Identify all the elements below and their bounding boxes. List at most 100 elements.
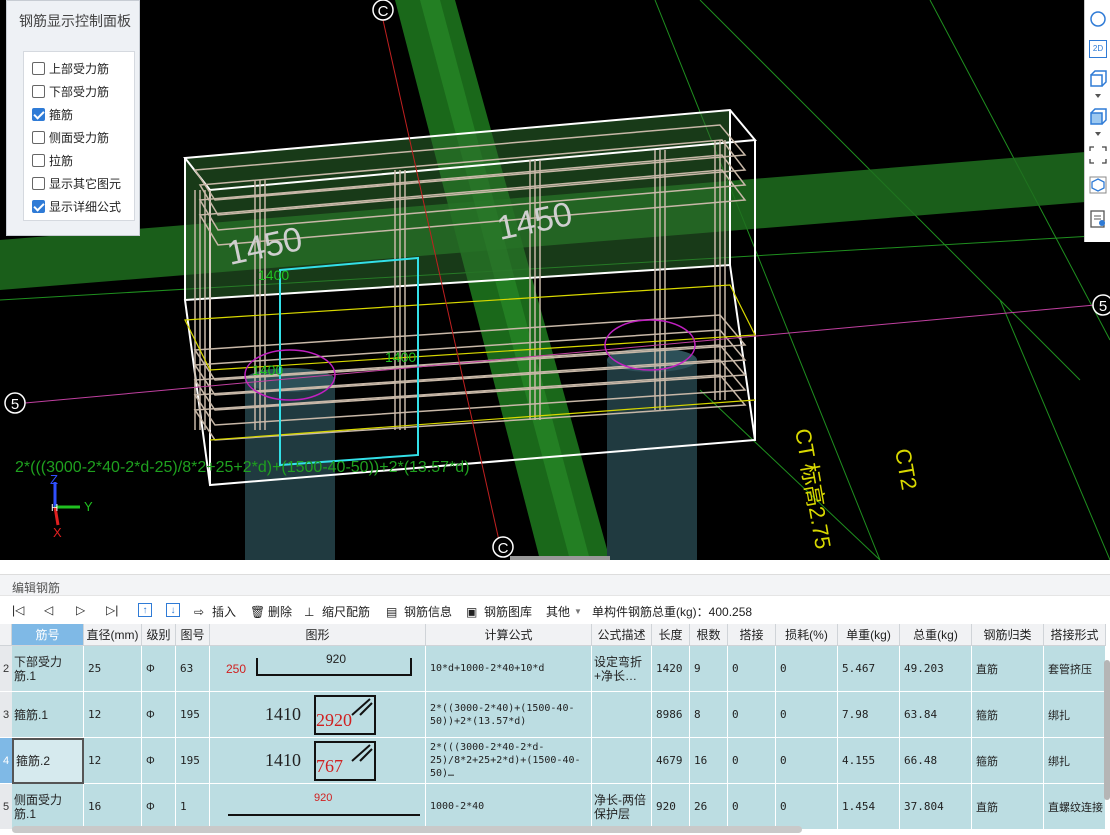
option-show-other[interactable]: 显示其它图元	[32, 173, 121, 193]
table-cell-total[interactable]: 66.48	[900, 738, 972, 784]
table-cell-count[interactable]: 26	[690, 784, 728, 830]
col-header[interactable]: 直径(mm)	[84, 624, 142, 646]
col-header[interactable]: 长度	[652, 624, 690, 646]
checkbox[interactable]	[32, 84, 45, 98]
chevron-down-icon[interactable]	[1089, 92, 1107, 100]
insert-button[interactable]: ⇨ 插入	[194, 603, 236, 620]
checkbox[interactable]	[32, 61, 45, 75]
table-cell-count[interactable]: 9	[690, 646, 728, 692]
last-record-icon[interactable]: ▷|	[106, 603, 118, 617]
table-cell-desc[interactable]	[592, 692, 652, 738]
checkbox-checked[interactable]	[32, 107, 45, 121]
table-cell-formula[interactable]: 2*(((3000-2*40-2*d-25)/8*2+25+2*d)+(1500…	[426, 738, 592, 784]
iso-view-icon[interactable]	[1089, 176, 1107, 194]
prev-record-icon[interactable]: ◁	[44, 603, 53, 617]
table-cell-desc[interactable]: 净长-两倍保护层	[592, 784, 652, 830]
row-number[interactable]: 2	[0, 646, 12, 692]
horizontal-scrollbar[interactable]	[12, 826, 802, 833]
col-header[interactable]: 根数	[690, 624, 728, 646]
option-side-rebar[interactable]: 侧面受力筋	[32, 127, 109, 147]
table-cell-cat[interactable]: 箍筋	[972, 692, 1044, 738]
table-cell-name[interactable]: 下部受力筋.1	[12, 646, 84, 692]
report-icon[interactable]	[1089, 210, 1107, 228]
first-record-icon[interactable]: |◁	[12, 603, 24, 617]
chevron-down-icon[interactable]	[1089, 130, 1107, 138]
option-bottom-rebar[interactable]: 下部受力筋	[32, 81, 109, 101]
option-stirrup[interactable]: 箍筋	[32, 104, 73, 124]
move-down-icon[interactable]: ↓	[166, 603, 180, 617]
table-cell-formula[interactable]: 2*((3000-2*40)+(1500-40-50))+2*(13.57*d)	[426, 692, 592, 738]
table-cell-loss[interactable]: 0	[776, 692, 838, 738]
rebar-library-button[interactable]: ▣ 钢筋图库	[466, 603, 532, 620]
table-cell-total[interactable]: 49.203	[900, 646, 972, 692]
col-header[interactable]: 单重(kg)	[838, 624, 900, 646]
delete-button[interactable]: 🗑 删除	[250, 603, 292, 620]
table-cell-unit[interactable]: 1.454	[838, 784, 900, 830]
fit-view-icon[interactable]	[1089, 146, 1107, 164]
col-header[interactable]: 计算公式	[426, 624, 592, 646]
col-header[interactable]: 总重(kg)	[900, 624, 972, 646]
table-cell-lap[interactable]: 0	[728, 646, 776, 692]
move-up-icon[interactable]: ↑	[138, 603, 152, 617]
table-cell-name[interactable]: 箍筋.2	[12, 738, 84, 784]
row-number[interactable]: 5	[0, 784, 12, 830]
table-cell-name[interactable]: 箍筋.1	[12, 692, 84, 738]
table-cell-loss[interactable]: 0	[776, 784, 838, 830]
table-cell-grade[interactable]: Φ	[142, 692, 176, 738]
checkbox-checked[interactable]	[32, 199, 45, 213]
col-header[interactable]: 损耗(%)	[776, 624, 838, 646]
table-cell-grade[interactable]: Φ	[142, 738, 176, 784]
cube-icon[interactable]	[1089, 70, 1107, 88]
checkbox[interactable]	[32, 130, 45, 144]
option-top-rebar[interactable]: 上部受力筋	[32, 58, 109, 78]
circle-icon[interactable]	[1089, 10, 1107, 28]
table-cell-dia[interactable]: 12	[84, 692, 142, 738]
row-number[interactable]: 4	[0, 738, 12, 784]
checkbox[interactable]	[32, 153, 45, 167]
table-cell-len[interactable]: 8986	[652, 692, 690, 738]
table-cell-shape[interactable]: 1410 2920	[210, 692, 426, 738]
checkbox[interactable]	[32, 176, 45, 190]
table-cell-dia[interactable]: 16	[84, 784, 142, 830]
table-cell-lap[interactable]: 0	[728, 784, 776, 830]
table-cell-shape[interactable]: 250 920	[210, 646, 426, 692]
vertical-scrollbar[interactable]	[1104, 660, 1110, 800]
table-cell-lapform[interactable]: 绑扎	[1044, 692, 1106, 738]
table-cell-cat[interactable]: 直筋	[972, 646, 1044, 692]
table-cell-lap[interactable]: 0	[728, 738, 776, 784]
table-cell-cat[interactable]: 直筋	[972, 784, 1044, 830]
table-cell-fig[interactable]: 1	[176, 784, 210, 830]
view-2d-button[interactable]: 2D	[1089, 40, 1107, 58]
table-cell-len[interactable]: 4679	[652, 738, 690, 784]
cube-solid-icon[interactable]	[1089, 108, 1107, 126]
table-cell-cat[interactable]: 箍筋	[972, 738, 1044, 784]
table-cell-desc[interactable]	[592, 738, 652, 784]
table-cell-fig[interactable]: 63	[176, 646, 210, 692]
col-header[interactable]: 图形	[210, 624, 426, 646]
table-cell-dia[interactable]: 12	[84, 738, 142, 784]
rebar-info-button[interactable]: ▤ 钢筋信息	[386, 603, 452, 620]
table-cell-len[interactable]: 1420	[652, 646, 690, 692]
table-cell-shape[interactable]: 920	[210, 784, 426, 830]
next-record-icon[interactable]: ▷	[76, 603, 85, 617]
table-cell-shape[interactable]: 1410 767	[210, 738, 426, 784]
3d-viewport[interactable]: C C 5 5 1450 1450 1400 1400 1400 2*(((30…	[0, 0, 1110, 560]
option-tie-bar[interactable]: 拉筋	[32, 150, 73, 170]
table-cell-unit[interactable]: 7.98	[838, 692, 900, 738]
row-number[interactable]: 3	[0, 692, 12, 738]
col-header[interactable]: 公式描述	[592, 624, 652, 646]
table-cell-loss[interactable]: 0	[776, 738, 838, 784]
table-cell-desc[interactable]: 设定弯折+净长…	[592, 646, 652, 692]
table-cell-formula[interactable]: 1000-2*40	[426, 784, 592, 830]
table-cell-lapform[interactable]: 直螺纹连接	[1044, 784, 1106, 830]
col-header[interactable]: 图号	[176, 624, 210, 646]
col-header[interactable]: 筋号	[12, 624, 84, 646]
table-cell-lapform[interactable]: 套管挤压	[1044, 646, 1106, 692]
col-header[interactable]: 搭接形式	[1044, 624, 1106, 646]
table-cell-unit[interactable]: 5.467	[838, 646, 900, 692]
option-show-formula[interactable]: 显示详细公式	[32, 196, 121, 216]
col-header[interactable]: 级别	[142, 624, 176, 646]
table-cell-fig[interactable]: 195	[176, 692, 210, 738]
table-cell-total[interactable]: 63.84	[900, 692, 972, 738]
table-cell-formula[interactable]: 10*d+1000-2*40+10*d	[426, 646, 592, 692]
